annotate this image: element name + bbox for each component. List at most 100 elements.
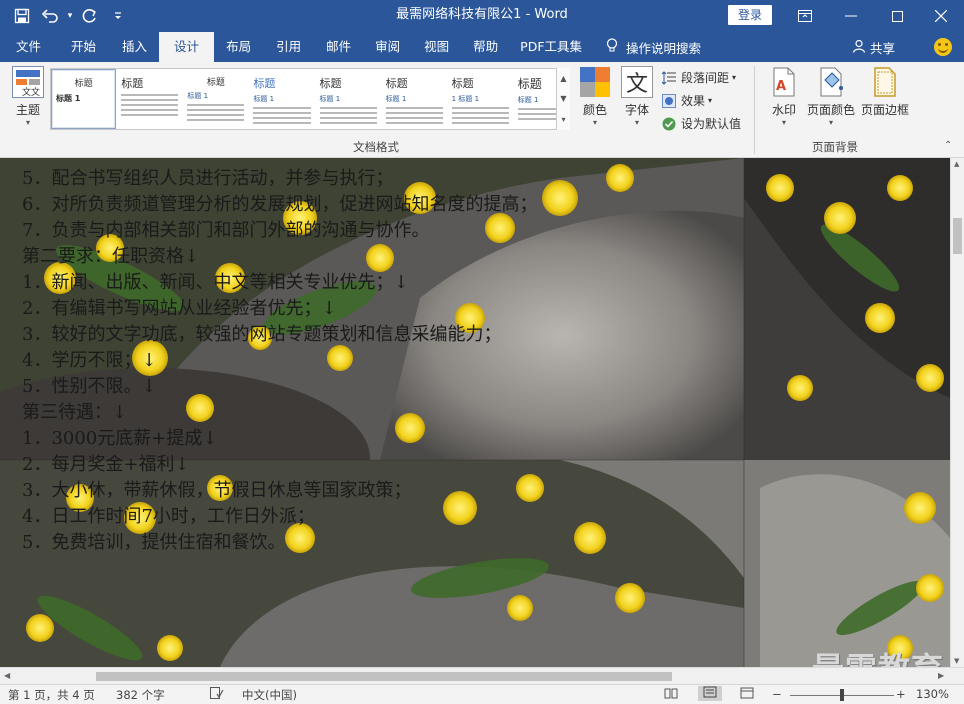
maximize-icon[interactable] [874, 0, 920, 32]
dropdown-chevron-icon[interactable]: ▾ [64, 2, 76, 30]
page-borders-button[interactable]: 页面边框 [858, 66, 912, 118]
scroll-right-icon[interactable]: ▶ [938, 671, 944, 680]
brand-watermark: 最需教育 [812, 644, 944, 667]
style-set-item[interactable]: 标题 标题 1 [249, 69, 315, 129]
doc-line: 6．对所负责频道管理分析的发展规划，促进网站知名度的提高； [22, 194, 538, 215]
collapse-ribbon-icon[interactable]: ⌃ [944, 140, 952, 151]
tab-mailings[interactable]: 邮件 [314, 32, 363, 62]
style-set-item[interactable]: 标题 标题 1 [183, 69, 249, 129]
doc-line: 5．性别不限。↓ [22, 376, 157, 397]
document-canvas[interactable]: 5．配合书写组织人员进行活动，并参与执行； 6．对所负责频道管理分析的发展规划，… [0, 158, 950, 667]
zoom-slider-handle[interactable] [840, 689, 844, 701]
doc-line: 5．配合书写组织人员进行活动，并参与执行； [22, 168, 394, 189]
group-separator [754, 66, 755, 154]
share-button[interactable]: 共享 [852, 32, 895, 62]
set-as-default-button[interactable]: 设为默认值 [662, 115, 741, 132]
style-set-item[interactable]: 标题 1 标题 1 [447, 69, 513, 129]
doc-line: 第二要求：任职资格↓ [22, 246, 200, 267]
chevron-down-icon: ▾ [708, 96, 713, 105]
watermark-label: 水印 [771, 103, 796, 117]
gallery-up-icon[interactable]: ▲ [560, 74, 566, 83]
undo-icon[interactable] [36, 2, 64, 30]
checkmark-icon [662, 117, 676, 131]
themes-label: 主题 [15, 103, 40, 117]
tell-me-label: 操作说明搜索 [626, 40, 702, 56]
web-layout-icon[interactable] [740, 687, 754, 702]
doc-line: 1．新闻、出版、新闻、中文等相关专业优先；↓ [22, 272, 409, 293]
person-icon [852, 39, 866, 56]
paragraph-spacing-button[interactable]: 段落间距 ▾ [661, 69, 736, 86]
print-layout-icon[interactable] [698, 686, 722, 701]
scroll-down-icon[interactable]: ▼ [954, 657, 959, 665]
minimize-icon[interactable] [828, 0, 874, 32]
login-button[interactable]: 登录 [728, 5, 772, 25]
gallery-scroll[interactable]: ▲ ▼ ▾ [556, 68, 570, 130]
fonts-button[interactable]: 文 字体 ▾ [620, 66, 654, 127]
word-count[interactable]: 382 个字 [116, 687, 165, 703]
fonts-icon: 文 [621, 66, 653, 98]
page-color-button[interactable]: 页面颜色 ▾ [806, 66, 856, 127]
language-indicator[interactable]: 中文(中国) [242, 687, 297, 703]
tab-references[interactable]: 引用 [263, 32, 314, 62]
status-bar: 第 1 页，共 4 页 382 个字 中文(中国) − + 130% [0, 684, 964, 704]
style-set-item[interactable]: 标题 标题 1 [381, 69, 447, 129]
share-label: 共享 [870, 40, 896, 56]
tab-layout[interactable]: 布局 [214, 32, 263, 62]
horizontal-scrollbar[interactable]: ◀ ▶ [0, 667, 964, 684]
page-count[interactable]: 第 1 页，共 4 页 [8, 687, 95, 703]
document-body[interactable]: 5．配合书写组织人员进行活动，并参与执行； 6．对所负责频道管理分析的发展规划，… [22, 166, 537, 556]
effects-button[interactable]: 效果 ▾ [662, 92, 712, 109]
document-formatting-group-label: 文档格式 [353, 140, 399, 154]
colors-label: 颜色 [582, 103, 607, 117]
colors-button[interactable]: 颜色 ▾ [578, 66, 612, 127]
doc-line: 1．3000元底薪+提成↓ [22, 428, 218, 449]
chevron-down-icon: ▾ [592, 118, 597, 127]
scroll-left-icon[interactable]: ◀ [4, 671, 10, 680]
tab-design[interactable]: 设计 [159, 32, 215, 62]
style-set-item[interactable]: 标题 标题 1 [315, 69, 381, 129]
customize-qat-icon[interactable] [104, 2, 132, 30]
proofing-icon[interactable] [210, 687, 224, 702]
style-set-item[interactable]: 标题 标题 1 [51, 69, 117, 129]
doc-line: 4．日工作时间7小时，工作日外派； [22, 506, 315, 527]
ribbon-display-options-icon[interactable] [782, 0, 828, 32]
watermark-icon: A [768, 66, 800, 98]
tell-me-search[interactable]: 操作说明搜索 [592, 37, 702, 57]
title-bar: ▾ 最需网络科技有限公1 - Word 登录 [0, 0, 964, 32]
gallery-down-icon[interactable]: ▼ [560, 94, 566, 103]
zoom-out-button[interactable]: − [772, 687, 782, 701]
zoom-level[interactable]: 130% [916, 687, 949, 701]
page-color-label: 页面颜色 [806, 103, 855, 117]
horizontal-scroll-thumb[interactable] [96, 672, 672, 681]
themes-button[interactable]: 文文 主题 ▾ [10, 66, 46, 127]
tab-review[interactable]: 审阅 [363, 32, 412, 62]
doc-line: 2．每月奖金+福利↓ [22, 454, 190, 475]
vertical-scrollbar[interactable]: ▲ ▼ [950, 158, 964, 667]
gallery-more-icon[interactable]: ▾ [561, 115, 565, 124]
save-icon[interactable] [8, 2, 36, 30]
ribbon-tabs: 文件 开始 插入 设计 布局 引用 邮件 审阅 视图 帮助 PDF工具集 操作说… [0, 32, 964, 62]
tab-home[interactable]: 开始 [57, 32, 110, 62]
themes-icon: 文文 [12, 66, 44, 98]
color-palette-icon [579, 66, 611, 98]
doc-line: 5．免费培训，提供住宿和餐饮。 [22, 532, 286, 553]
tab-view[interactable]: 视图 [412, 32, 461, 62]
read-mode-icon[interactable] [664, 687, 678, 702]
redo-icon[interactable] [76, 2, 104, 30]
tab-insert[interactable]: 插入 [110, 32, 159, 62]
tab-file[interactable]: 文件 [0, 32, 57, 62]
style-set-item[interactable]: 标题 [117, 69, 183, 129]
doc-line: 3．较好的文字功底，较强的网站专题策划和信息采编能力； [22, 324, 502, 345]
feedback-smiley-icon[interactable] [934, 38, 952, 56]
tab-pdf-tools[interactable]: PDF工具集 [510, 32, 592, 62]
close-icon[interactable] [918, 0, 964, 32]
watermark-button[interactable]: A 水印 ▾ [766, 66, 802, 127]
vertical-scroll-thumb[interactable] [953, 218, 962, 254]
doc-line: 2．有编辑书写网站从业经验者优先；↓ [22, 298, 337, 319]
tab-help[interactable]: 帮助 [461, 32, 510, 62]
chevron-down-icon: ▾ [781, 118, 786, 127]
scroll-up-icon[interactable]: ▲ [954, 160, 959, 168]
zoom-in-button[interactable]: + [896, 687, 906, 701]
page-border-icon [869, 66, 901, 98]
style-set-gallery: 标题 标题 1 标题 标题 标题 1 标题 标题 1 标题 标题 1 标题 标题… [50, 68, 570, 130]
